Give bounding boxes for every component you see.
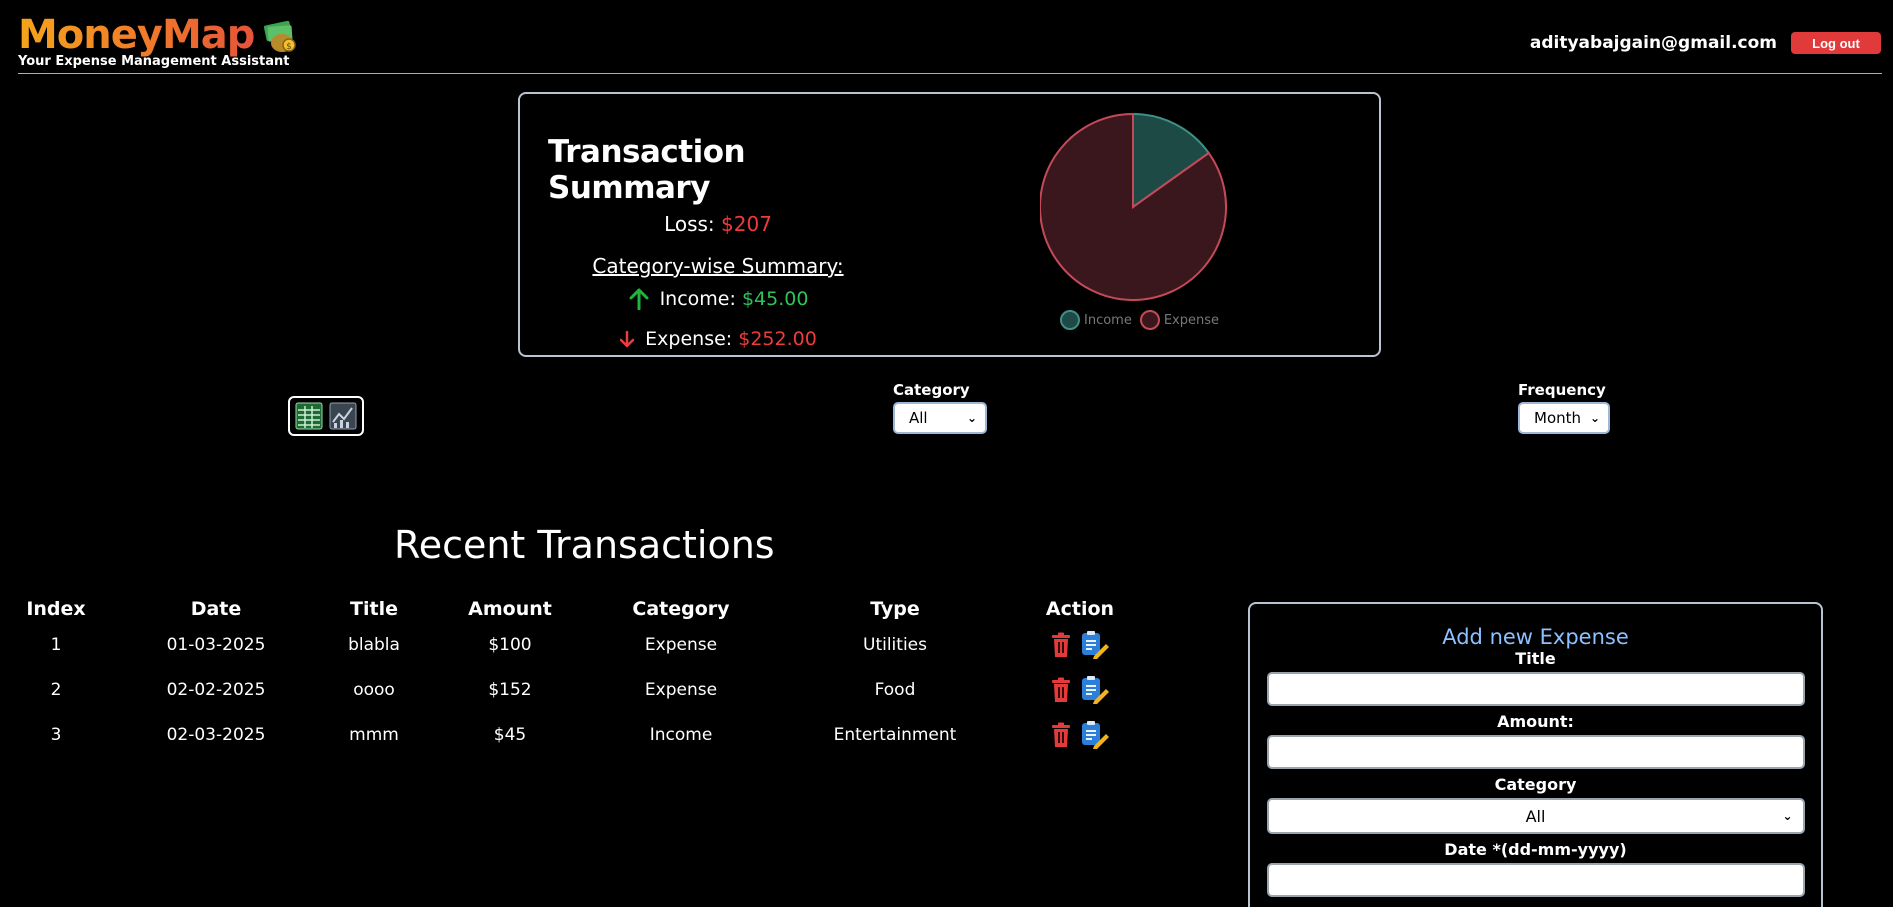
column-header-type: Type [870,598,920,620]
date-input[interactable] [1266,863,1805,897]
cell-amount: $100 [488,634,532,655]
cell-title: mmm [349,724,399,745]
loss-label: Loss: [664,212,715,236]
arrow-down-icon [619,330,635,348]
add-expense-title: Add new Expense [1442,625,1629,649]
category-filter-select[interactable]: All ⌄ [893,402,987,434]
title-input[interactable] [1266,672,1805,706]
delete-icon[interactable] [1050,677,1072,703]
cell-date: 02-03-2025 [166,724,266,745]
cell-action [1020,712,1140,757]
summary-title: Transaction Summary [548,134,746,206]
cell-type: Utilities [863,634,927,655]
cell-index: 3 [50,724,62,745]
cell-type: Food [874,679,916,700]
user-area: adityabajgain@gmail.com Log out [1530,32,1881,54]
money-bag-icon: $ [264,20,297,52]
category-select-value: All [1525,806,1546,826]
category-select[interactable]: All ⌄ [1266,798,1805,834]
edit-icon[interactable] [1080,720,1110,750]
table-view-icon[interactable] [295,402,323,430]
amount-label: Amount: [1497,712,1574,731]
expense-label: Expense: [645,328,733,350]
summary-text: Transaction Summary Loss: $207 Category-… [548,134,888,350]
cell-date: 01-03-2025 [166,634,266,655]
cell-action [1020,667,1140,712]
app-title: MoneyMap [18,12,255,58]
chevron-down-icon: ⌄ [1782,809,1793,823]
legend-expense-label: Expense [1163,312,1220,328]
app-root: MoneyMap $ Your Expense Management Assis… [0,0,1893,907]
app-tagline: Your Expense Management Assistant [18,54,290,69]
column-header-date: Date [190,598,242,620]
table-header-row: Index Date Title Amount Category Type Ac… [0,596,1140,622]
transaction-summary-card: Transaction Summary Loss: $207 Category-… [518,92,1381,357]
cell-category: Expense [644,679,718,700]
cell-index: 2 [50,679,62,700]
column-header-amount: Amount [468,598,552,620]
cell-title: oooo [353,679,395,700]
loss-line: Loss: $207 [548,212,888,236]
income-row: Income: $45.00 [548,288,888,310]
category-filter: Category All ⌄ [893,381,987,434]
delete-icon[interactable] [1050,632,1072,658]
recent-transactions-title: Recent Transactions [394,523,775,567]
legend-income[interactable]: Income [1060,310,1132,330]
cell-index: 1 [50,634,62,655]
amount-input[interactable] [1266,735,1805,769]
cell-date: 02-02-2025 [166,679,266,700]
legend-expense-swatch [1139,310,1160,330]
brand: MoneyMap $ Your Expense Management Assis… [18,12,298,69]
user-email: adityabajgain@gmail.com [1529,33,1777,53]
income-label: Income: [659,288,736,310]
edit-icon[interactable] [1080,630,1110,660]
column-header-action: Action [1045,598,1115,620]
cell-category: Income [649,724,713,745]
delete-icon[interactable] [1050,722,1072,748]
arrow-up-icon [629,288,649,310]
cell-amount: $152 [488,679,532,700]
frequency-filter-select[interactable]: Month ⌄ [1518,402,1610,434]
column-header-index: Index [26,598,86,620]
frequency-filter: Frequency Month ⌄ [1518,381,1610,434]
table-row: 1 01-03-2025 blabla $100 Expense Utilities [0,622,1140,667]
title-label: Title [1515,649,1556,668]
view-toggle [288,396,364,436]
expense-row: Expense: $252.00 [548,328,888,350]
table-row: 3 02-03-2025 mmm $45 Income Entertainment [0,712,1140,757]
pie-legend: Income Expense [1060,310,1219,330]
loss-value: $207 [721,212,772,236]
logout-button[interactable]: Log out [1791,32,1881,54]
column-header-title: Title [350,598,398,620]
header-divider [18,73,1882,74]
analytics-view-icon[interactable] [329,402,357,430]
transactions-table: Index Date Title Amount Category Type Ac… [0,596,1140,757]
chevron-down-icon: ⌄ [1589,411,1600,425]
add-expense-form: Add new Expense Title Amount: Category A… [1248,602,1823,907]
transactions-body: 1 01-03-2025 blabla $100 Expense Utilities 2 02… [0,622,1140,757]
category-label: Category [1494,775,1577,794]
cell-title: blabla [348,634,400,655]
category-filter-label: Category [893,381,970,399]
legend-income-label: Income [1084,312,1132,328]
frequency-filter-label: Frequency [1518,381,1606,399]
income-value: $45.00 [741,288,809,310]
edit-icon[interactable] [1080,675,1110,705]
table-row: 2 02-02-2025 oooo $152 Expense Food [0,667,1140,712]
cell-type: Entertainment [833,724,957,745]
cell-category: Expense [644,634,718,655]
chevron-down-icon: ⌄ [966,411,977,425]
expense-value: $252.00 [738,328,817,350]
frequency-filter-value: Month [1534,409,1582,427]
svg-text:$: $ [287,42,293,52]
cell-action [1020,622,1140,667]
category-filter-value: All [909,409,928,427]
legend-income-swatch [1060,310,1080,330]
legend-expense[interactable]: Expense [1139,310,1220,330]
category-summary-heading: Category-wise Summary: [592,254,844,278]
column-header-category: Category [632,598,730,620]
cell-amount: $45 [493,724,527,745]
date-label: Date *(dd-mm-yyyy) [1444,840,1627,859]
